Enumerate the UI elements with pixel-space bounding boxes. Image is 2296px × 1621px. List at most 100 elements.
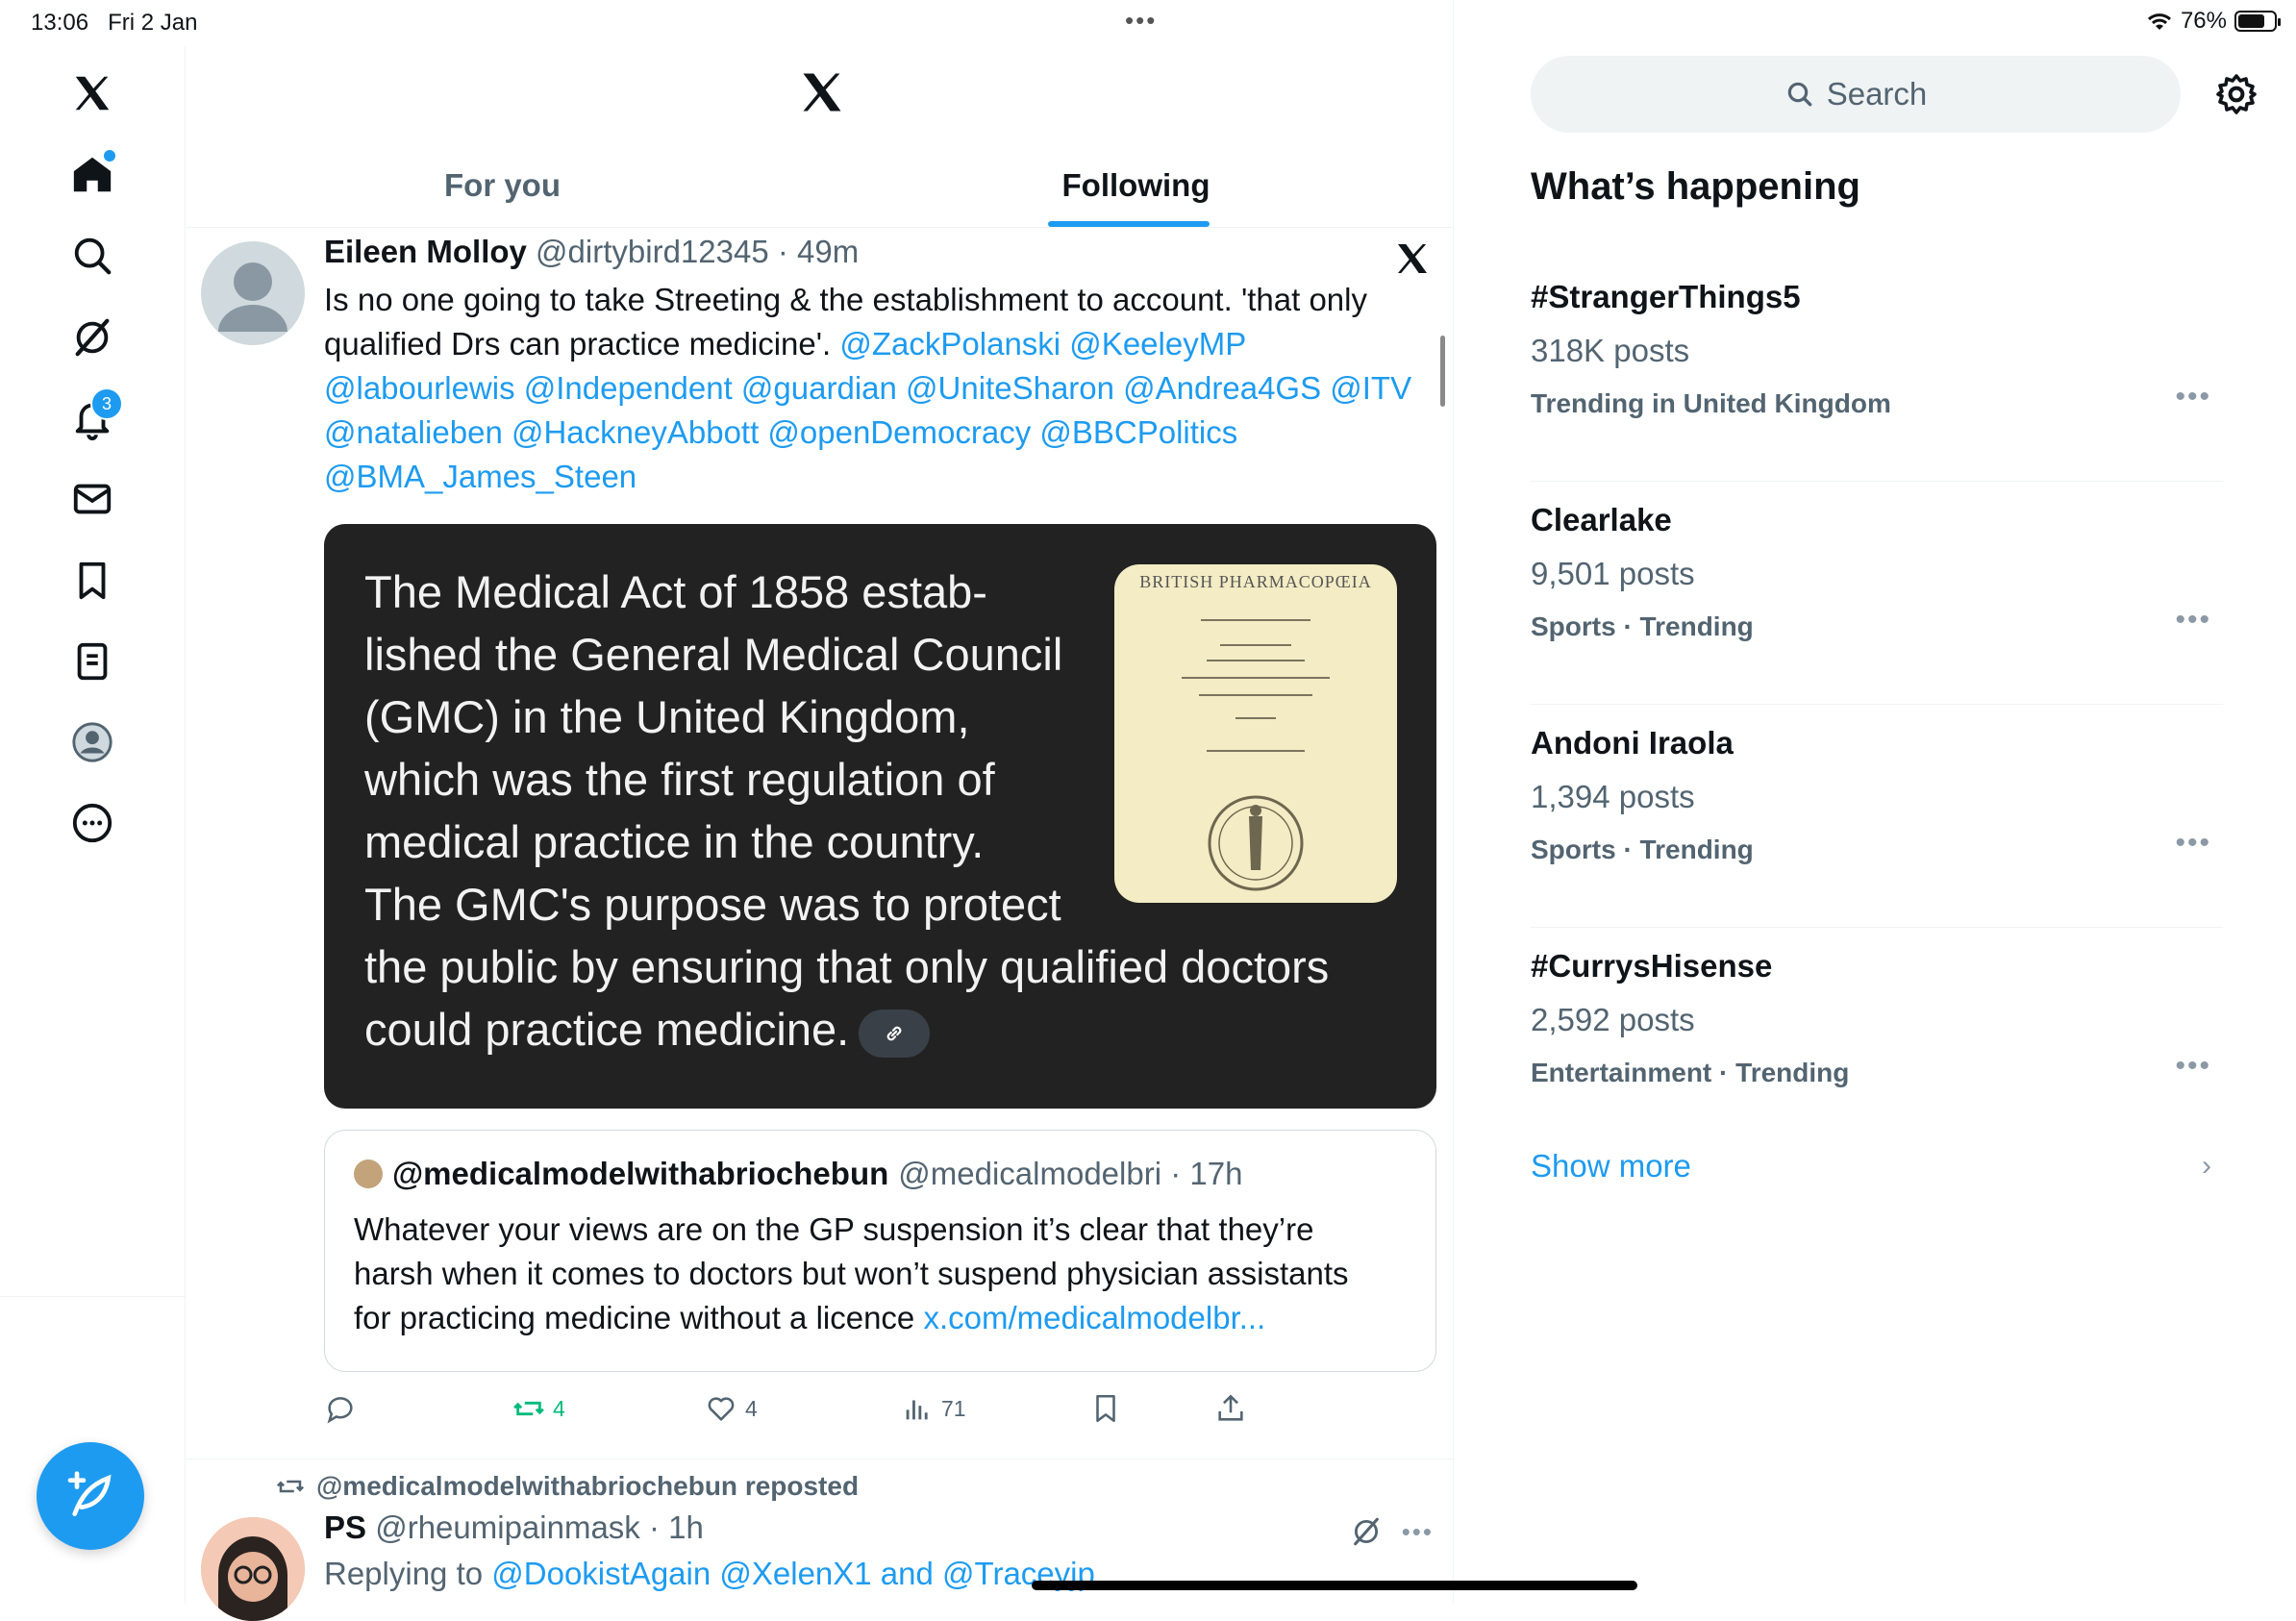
- mention-link[interactable]: @BMA_James_Steen: [324, 455, 1420, 499]
- profile-avatar-icon[interactable]: [54, 704, 131, 781]
- main-timeline: For you Following Eileen Molloy @dirtybi…: [186, 0, 1637, 1621]
- trend-name: Clearlake: [1531, 502, 1672, 537]
- trend-meta: Entertainment · Trending: [1531, 1058, 1850, 1087]
- trend-name: Andoni Iraola: [1531, 725, 1734, 761]
- reply-icon: [327, 1397, 353, 1424]
- author-name[interactable]: Eileen Molloy: [324, 234, 527, 269]
- search-input[interactable]: Search: [1531, 56, 2181, 133]
- lists-icon[interactable]: [54, 623, 131, 700]
- tweet[interactable]: Eileen Molloy @dirtybird12345 · 49m Is n…: [186, 228, 1453, 1459]
- right-sidebar: Search What’s happening #StrangerThings5…: [1454, 0, 2296, 1604]
- quoted-tweet-time[interactable]: 17h: [1189, 1156, 1242, 1191]
- quoted-author-name[interactable]: @medicalmodelwithabriochebun: [392, 1156, 888, 1192]
- notifications-bell-icon[interactable]: 3: [54, 380, 131, 457]
- tab-active-indicator: [1048, 221, 1210, 227]
- repost-icon: [513, 1401, 544, 1416]
- settings-gear-icon[interactable]: [2213, 71, 2259, 117]
- x-logo-icon[interactable]: [54, 55, 131, 132]
- avatar[interactable]: [201, 241, 305, 345]
- link-chip[interactable]: [859, 1009, 931, 1058]
- share-button[interactable]: [1214, 1380, 1247, 1437]
- views-button[interactable]: 71: [901, 1380, 966, 1437]
- more-options-icon[interactable]: •••: [2175, 827, 2211, 860]
- tweet-text-line: Is no one going to take Streeting & the …: [324, 282, 1367, 317]
- scrollbar[interactable]: [1440, 336, 1445, 407]
- replying-to: Replying to @DookistAgain @XelenX1 and @…: [324, 1556, 1095, 1592]
- tweet-header: Eileen Molloy @dirtybird12345 · 49m: [324, 234, 859, 270]
- trend-item[interactable]: #StrangerThings5 318K posts Trending in …: [1531, 258, 2223, 482]
- trend-item[interactable]: #CurrysHisense 2,592 posts Entertainment…: [1531, 927, 2223, 1150]
- image-card[interactable]: The Medical Act of 1858 estab- lished th…: [324, 524, 1436, 1109]
- mention-link[interactable]: @DookistAgain @XelenX1 and @Traceyjp: [491, 1556, 1095, 1591]
- search-icon[interactable]: [54, 217, 131, 294]
- trend-item[interactable]: Clearlake 9,501 posts Sports · Trending …: [1531, 481, 2223, 705]
- trend-name: #CurrysHisense: [1531, 948, 1773, 984]
- avatar[interactable]: [354, 1160, 383, 1188]
- more-options-icon[interactable]: [54, 785, 131, 861]
- trend-meta: Sports · Trending: [1531, 611, 1754, 641]
- card-line: could practice medicine.: [364, 998, 1403, 1060]
- tab-for-you[interactable]: For you: [186, 144, 819, 227]
- author-handle[interactable]: @rheumipainmask: [375, 1509, 640, 1545]
- mention-link[interactable]: @natalieben @HackneyAbbott @openDemocrac…: [324, 411, 1420, 455]
- messages-envelope-icon[interactable]: [54, 461, 131, 537]
- tweet-time[interactable]: 49m: [797, 234, 859, 269]
- card-line-text: could practice medicine.: [364, 1004, 850, 1055]
- quoted-text-line: harsh when it comes to doctors but won’t…: [354, 1256, 1349, 1291]
- author-name[interactable]: PS: [324, 1509, 366, 1545]
- tweet-actions: 4 4 71: [324, 1380, 1285, 1437]
- compose-feather-icon: [67, 1471, 112, 1516]
- more-options-icon[interactable]: •••: [2175, 381, 2211, 413]
- home-unread-dot: [104, 150, 115, 162]
- avatar[interactable]: [201, 1517, 305, 1621]
- tweet-text-line: qualified Drs can practice medicine'. @Z…: [324, 322, 1420, 366]
- repost-indicator: @medicalmodelwithabriochebun reposted: [276, 1471, 859, 1502]
- quoted-text-line: for practicing medicine without a licenc…: [354, 1296, 1411, 1340]
- tweet-text-fragment: qualified Drs can practice medicine'.: [324, 326, 840, 362]
- quoted-tweet-header: @medicalmodelwithabriochebun @medicalmod…: [354, 1156, 1242, 1192]
- heart-icon: [708, 1397, 735, 1421]
- sidebar-divider: [0, 1296, 185, 1297]
- bookmarks-icon[interactable]: [54, 542, 131, 619]
- timeline-tabs: For you Following: [186, 144, 1453, 228]
- reply-button[interactable]: [324, 1380, 364, 1437]
- quoted-author-handle[interactable]: @medicalmodelbri: [898, 1156, 1161, 1191]
- repost-label[interactable]: @medicalmodelwithabriochebun reposted: [316, 1471, 859, 1502]
- more-options-icon[interactable]: •••: [2175, 604, 2211, 636]
- status-time: 13:06 Fri 2 Jan: [31, 10, 198, 36]
- link-icon: [886, 1026, 902, 1040]
- repost-button[interactable]: 4: [512, 1380, 565, 1437]
- more-options-icon[interactable]: •••: [2175, 1050, 2211, 1083]
- mention-link[interactable]: @ZackPolanski @KeeleyMP: [839, 326, 1246, 362]
- more-options-icon[interactable]: •••: [1402, 1517, 1434, 1547]
- home-icon[interactable]: [54, 137, 131, 213]
- quoted-tweet[interactable]: @medicalmodelwithabriochebun @medicalmod…: [324, 1130, 1436, 1372]
- views-count: 71: [941, 1395, 966, 1421]
- section-title: What’s happening: [1531, 165, 1860, 208]
- trend-name: #StrangerThings5: [1531, 279, 1801, 314]
- author-handle[interactable]: @dirtybird12345: [536, 234, 769, 269]
- chevron-right-icon[interactable]: ›: [2202, 1150, 2211, 1183]
- bookmark-button[interactable]: [1089, 1380, 1122, 1437]
- quoted-tweet-text: Whatever your views are on the GP suspen…: [354, 1208, 1411, 1340]
- book-cover-engraving: [1182, 619, 1330, 891]
- x-logo-icon[interactable]: [797, 67, 847, 117]
- tweet-menu: •••: [1350, 1515, 1434, 1548]
- like-button[interactable]: 4: [705, 1380, 758, 1437]
- quoted-meta: @medicalmodelbri · 17h: [898, 1156, 1242, 1192]
- trend-posts: 2,592 posts: [1531, 1002, 1695, 1037]
- grok-icon[interactable]: [54, 299, 131, 376]
- trend-posts: 1,394 posts: [1531, 779, 1695, 814]
- book-title: BRITISH PHARMACOPŒIA: [1139, 572, 1372, 591]
- separator: ·: [639, 1509, 669, 1545]
- quoted-text-fragment: for practicing medicine without a licenc…: [354, 1300, 924, 1335]
- show-more-link[interactable]: Show more: [1531, 1148, 1691, 1185]
- mention-link[interactable]: @labourlewis @Independent @guardian @Uni…: [324, 366, 1420, 411]
- grok-icon[interactable]: [1350, 1515, 1383, 1548]
- quoted-link[interactable]: x.com/medicalmodelbr...: [923, 1300, 1265, 1335]
- trend-item[interactable]: Andoni Iraola 1,394 posts Sports · Trend…: [1531, 704, 2223, 928]
- x-logo-icon: [1398, 244, 1427, 273]
- tab-following[interactable]: Following: [819, 144, 1453, 227]
- compose-post-button[interactable]: [37, 1442, 144, 1550]
- tweet-time[interactable]: 1h: [668, 1509, 704, 1545]
